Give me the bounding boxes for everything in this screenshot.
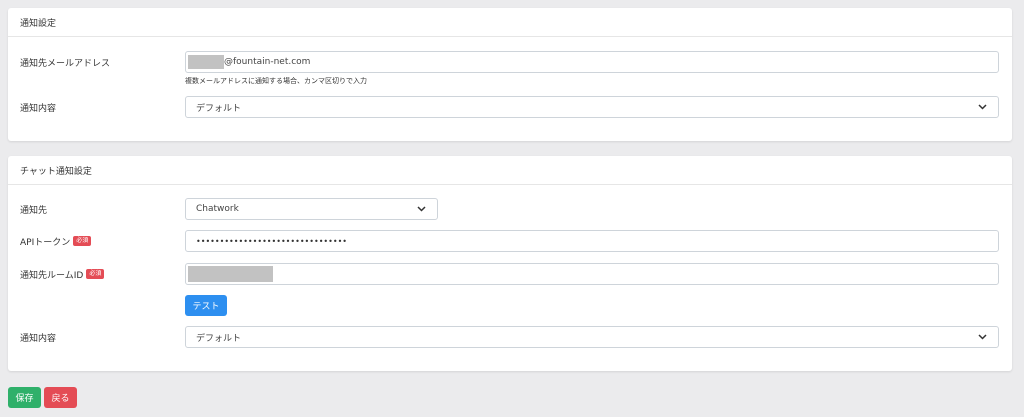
api-token-label: APIトークン 必須 (20, 230, 92, 252)
test-button[interactable]: テスト (185, 295, 227, 316)
email-address-value: @fountain-net.com (224, 57, 311, 67)
chat-notification-title: チャット通知設定 (20, 166, 92, 177)
email-address-label: 通知先メールアドレス (20, 58, 111, 69)
api-token-input[interactable]: •••••••••••••••••••••••••••••••• (185, 230, 999, 252)
chat-destination-value: Chatwork (196, 204, 239, 214)
room-id-input[interactable] (185, 263, 999, 285)
chevron-down-icon (415, 203, 427, 215)
email-notification-title: 通知設定 (20, 18, 57, 29)
email-content-value: デフォルト (196, 103, 242, 114)
back-button[interactable]: 戻る (44, 387, 77, 408)
chat-notification-card: チャット通知設定 通知先 Chatwork APIトークン 必須 •••••••… (8, 156, 1012, 371)
chat-content-label: 通知内容 (20, 333, 57, 344)
chat-notification-header: チャット通知設定 (8, 156, 1012, 185)
chevron-down-icon (976, 331, 988, 343)
chat-destination-label: 通知先 (20, 205, 48, 216)
room-id-label: 通知先ルームID 必須 (20, 263, 105, 285)
redacted-email-local-part (188, 55, 224, 69)
chevron-down-icon (976, 101, 988, 113)
chat-destination-select[interactable]: Chatwork (185, 198, 438, 220)
email-content-label: 通知内容 (20, 103, 57, 114)
email-address-input[interactable]: @fountain-net.com (185, 51, 999, 73)
email-content-select[interactable]: デフォルト (185, 96, 999, 118)
chat-content-value: デフォルト (196, 333, 242, 344)
api-token-value: •••••••••••••••••••••••••••••••• (196, 236, 347, 246)
chat-content-select[interactable]: デフォルト (185, 326, 999, 348)
redacted-room-id (188, 266, 273, 282)
required-badge: 必須 (73, 236, 92, 246)
email-notification-card: 通知設定 通知先メールアドレス @fountain-net.com 複数メールア… (8, 8, 1012, 141)
required-badge: 必須 (86, 269, 105, 279)
email-help-text: 複数メールアドレスに通知する場合、カンマ区切りで入力 (185, 77, 367, 85)
email-notification-header: 通知設定 (8, 8, 1012, 37)
save-button[interactable]: 保存 (8, 387, 41, 408)
